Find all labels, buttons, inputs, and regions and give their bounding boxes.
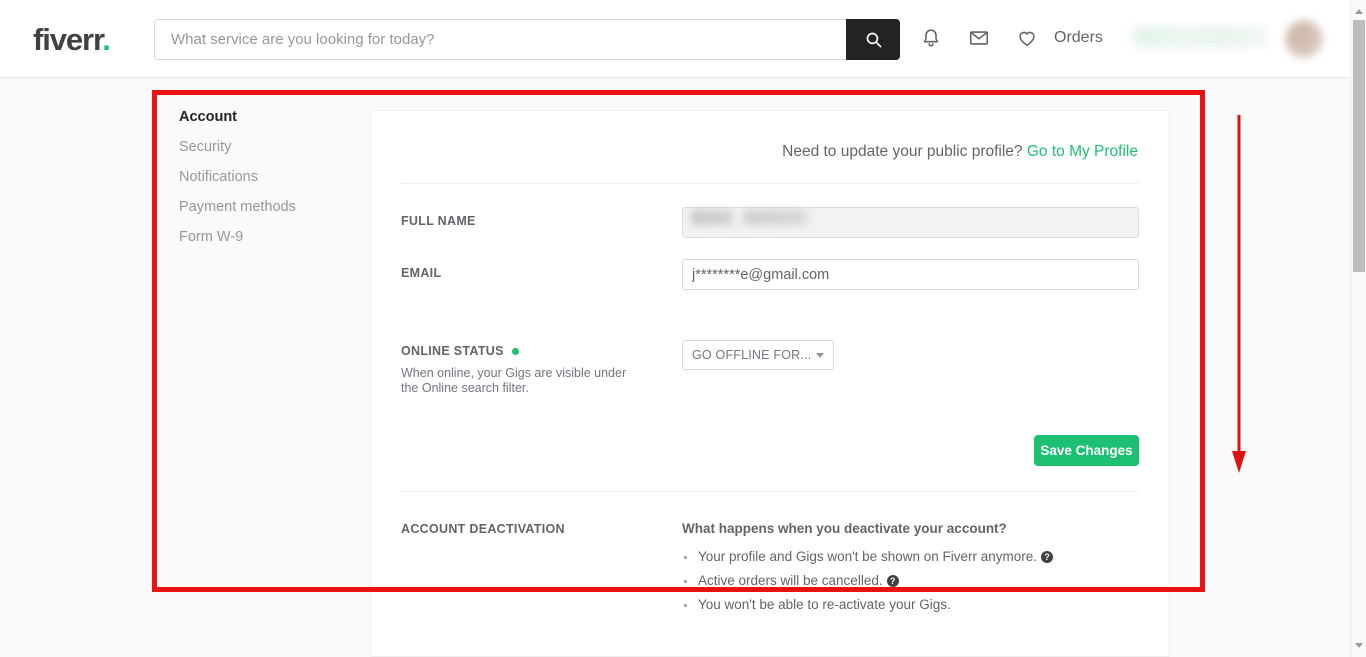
notifications-bell-icon[interactable] [920, 27, 942, 49]
help-icon[interactable]: ? [886, 575, 899, 587]
go-to-my-profile-link[interactable]: Go to My Profile [1027, 143, 1138, 160]
go-offline-select[interactable]: GO OFFLINE FOR... [682, 340, 834, 370]
header-icon-group [920, 27, 1038, 49]
fiverr-logo[interactable]: fiverr. [33, 22, 111, 57]
account-settings-card: Need to update your public profile? Go t… [370, 110, 1170, 657]
divider-middle [401, 491, 1139, 492]
search-icon [866, 32, 881, 48]
online-status-dot-icon [511, 347, 519, 355]
scrollbar-thumb[interactable] [1353, 20, 1365, 272]
logo-dot: . [102, 22, 111, 57]
public-profile-text: Need to update your public profile? [782, 143, 1023, 160]
sidebar-item-payment-methods[interactable]: Payment methods [179, 199, 349, 216]
account-deactivation-label: ACCOUNT DEACTIVATION [401, 522, 565, 536]
sidebar-item-account[interactable]: Account [179, 109, 349, 126]
favorites-heart-icon[interactable] [1016, 27, 1038, 49]
list-item: You won't be able to re-activate your Gi… [682, 596, 1053, 613]
sidebar-item-security[interactable]: Security [179, 139, 349, 156]
online-status-help-text: When online, your Gigs are visible under… [401, 366, 627, 395]
logo-text: fiverr [33, 22, 103, 57]
deactivation-question: What happens when you deactivate your ac… [682, 521, 1007, 536]
help-icon[interactable]: ? [1041, 551, 1054, 563]
search-bar [154, 19, 900, 60]
list-item: Your profile and Gigs won't be shown on … [682, 548, 1054, 565]
orders-link[interactable]: Orders [1054, 29, 1103, 47]
email-label: EMAIL [401, 266, 442, 280]
inbox-envelope-icon[interactable] [968, 27, 990, 49]
online-status-label: ONLINE STATUS [401, 344, 504, 358]
sidebar-item-notifications[interactable]: Notifications [179, 169, 349, 186]
email-field[interactable] [682, 259, 1139, 290]
username-blurred[interactable] [1133, 26, 1267, 47]
list-item: Active orders will be cancelled.? [682, 572, 1053, 589]
scroll-down-arrow-icon[interactable] [1355, 643, 1363, 651]
save-changes-button[interactable]: Save Changes [1034, 435, 1139, 466]
full-name-label: FULL NAME [401, 214, 476, 228]
online-status-label-row: ONLINE STATUS [401, 344, 519, 358]
page-scrollbar[interactable] [1350, 0, 1366, 657]
search-button[interactable] [846, 19, 900, 60]
search-input[interactable] [154, 19, 846, 60]
sidebar-item-form-w9[interactable]: Form W-9 [179, 229, 349, 246]
public-profile-prompt: Need to update your public profile? Go t… [782, 143, 1138, 161]
full-name-blurred-value [691, 210, 816, 225]
avatar[interactable] [1285, 20, 1323, 58]
bullet-text: You won't be able to re-activate your Gi… [698, 597, 951, 612]
deactivation-bullet-list: Your profile and Gigs won't be shown on … [682, 548, 1054, 620]
bullet-text: Your profile and Gigs won't be shown on … [698, 549, 1038, 564]
go-offline-select-value: GO OFFLINE FOR... [692, 348, 812, 362]
chevron-down-icon [816, 352, 824, 358]
bullet-text: Active orders will be cancelled. [698, 573, 883, 588]
page-body: Account Security Notifications Payment m… [0, 79, 1350, 657]
scroll-up-arrow-icon[interactable] [1355, 6, 1363, 14]
site-header: fiverr. Orders [0, 0, 1350, 78]
settings-sidebar: Account Security Notifications Payment m… [179, 109, 349, 259]
page-root: fiverr. Orders [0, 0, 1366, 657]
divider-top [401, 183, 1139, 184]
